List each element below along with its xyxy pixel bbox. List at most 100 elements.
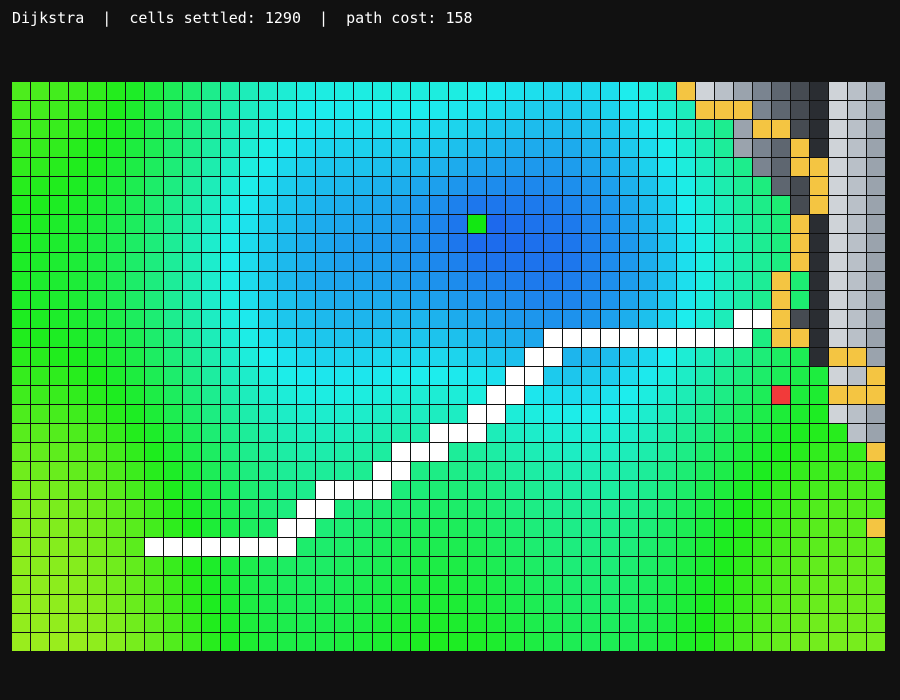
grid-cell[interactable]	[734, 367, 753, 386]
unexplored-cell[interactable]	[791, 196, 810, 215]
grid-cell[interactable]	[240, 120, 259, 139]
grid-cell[interactable]	[335, 291, 354, 310]
grid-cell[interactable]	[50, 101, 69, 120]
grid-cell[interactable]	[278, 614, 297, 633]
unexplored-cell[interactable]	[867, 82, 886, 101]
grid-cell[interactable]	[848, 576, 867, 595]
unexplored-cell[interactable]	[848, 424, 867, 443]
grid-cell[interactable]	[487, 481, 506, 500]
grid-cell[interactable]	[658, 481, 677, 500]
grid-cell[interactable]	[791, 443, 810, 462]
grid-cell[interactable]	[278, 386, 297, 405]
path-cell[interactable]	[335, 481, 354, 500]
grid-cell[interactable]	[677, 443, 696, 462]
grid-cell[interactable]	[31, 196, 50, 215]
grid-cell[interactable]	[145, 614, 164, 633]
grid-cell[interactable]	[715, 633, 734, 652]
grid-cell[interactable]	[12, 386, 31, 405]
grid-cell[interactable]	[392, 272, 411, 291]
grid-cell[interactable]	[335, 310, 354, 329]
grid-cell[interactable]	[278, 329, 297, 348]
grid-cell[interactable]	[620, 367, 639, 386]
grid-cell[interactable]	[734, 234, 753, 253]
grid-cell[interactable]	[69, 386, 88, 405]
grid-cell[interactable]	[715, 253, 734, 272]
grid-cell[interactable]	[772, 215, 791, 234]
grid-cell[interactable]	[430, 367, 449, 386]
grid-cell[interactable]	[88, 481, 107, 500]
grid-cell[interactable]	[335, 253, 354, 272]
grid-cell[interactable]	[734, 576, 753, 595]
grid-cell[interactable]	[658, 576, 677, 595]
grid-cell[interactable]	[791, 595, 810, 614]
unexplored-cell[interactable]	[734, 82, 753, 101]
grid-cell[interactable]	[601, 291, 620, 310]
grid-cell[interactable]	[354, 405, 373, 424]
grid-cell[interactable]	[620, 614, 639, 633]
grid-cell[interactable]	[12, 253, 31, 272]
grid-cell[interactable]	[12, 633, 31, 652]
grid-cell[interactable]	[753, 633, 772, 652]
grid-cell[interactable]	[50, 177, 69, 196]
grid-cell[interactable]	[658, 139, 677, 158]
grid-cell[interactable]	[582, 633, 601, 652]
grid-cell[interactable]	[468, 633, 487, 652]
unexplored-cell[interactable]	[753, 101, 772, 120]
grid-cell[interactable]	[183, 405, 202, 424]
grid-cell[interactable]	[183, 272, 202, 291]
grid-cell[interactable]	[677, 158, 696, 177]
grid-cell[interactable]	[107, 139, 126, 158]
grid-cell[interactable]	[411, 405, 430, 424]
grid-cell[interactable]	[563, 310, 582, 329]
grid-cell[interactable]	[31, 120, 50, 139]
grid-cell[interactable]	[183, 120, 202, 139]
grid-cell[interactable]	[373, 557, 392, 576]
grid-cell[interactable]	[31, 253, 50, 272]
grid-cell[interactable]	[107, 462, 126, 481]
frontier-cell[interactable]	[829, 348, 848, 367]
grid-cell[interactable]	[316, 120, 335, 139]
grid-cell[interactable]	[183, 595, 202, 614]
grid-cell[interactable]	[145, 500, 164, 519]
grid-cell[interactable]	[183, 215, 202, 234]
grid-cell[interactable]	[354, 595, 373, 614]
unexplored-cell[interactable]	[772, 82, 791, 101]
grid-cell[interactable]	[753, 595, 772, 614]
grid-cell[interactable]	[506, 120, 525, 139]
grid-cell[interactable]	[183, 557, 202, 576]
frontier-cell[interactable]	[791, 329, 810, 348]
grid-cell[interactable]	[145, 139, 164, 158]
grid-cell[interactable]	[31, 234, 50, 253]
grid-cell[interactable]	[107, 443, 126, 462]
grid-cell[interactable]	[601, 310, 620, 329]
grid-cell[interactable]	[487, 595, 506, 614]
grid-cell[interactable]	[582, 120, 601, 139]
grid-cell[interactable]	[278, 633, 297, 652]
grid-cell[interactable]	[791, 576, 810, 595]
grid-cell[interactable]	[430, 595, 449, 614]
grid-cell[interactable]	[354, 538, 373, 557]
grid-cell[interactable]	[696, 367, 715, 386]
grid-cell[interactable]	[753, 538, 772, 557]
path-cell[interactable]	[696, 329, 715, 348]
grid-cell[interactable]	[69, 310, 88, 329]
grid-cell[interactable]	[430, 215, 449, 234]
grid-cell[interactable]	[601, 481, 620, 500]
grid-cell[interactable]	[544, 633, 563, 652]
grid-cell[interactable]	[867, 576, 886, 595]
grid-cell[interactable]	[50, 272, 69, 291]
grid-cell[interactable]	[753, 253, 772, 272]
grid-cell[interactable]	[12, 291, 31, 310]
grid-cell[interactable]	[411, 462, 430, 481]
grid-cell[interactable]	[221, 386, 240, 405]
grid-cell[interactable]	[867, 614, 886, 633]
grid-cell[interactable]	[297, 272, 316, 291]
unexplored-cell[interactable]	[810, 272, 829, 291]
grid-cell[interactable]	[126, 462, 145, 481]
grid-cell[interactable]	[544, 557, 563, 576]
grid-cell[interactable]	[582, 519, 601, 538]
grid-cell[interactable]	[734, 462, 753, 481]
path-cell[interactable]	[449, 424, 468, 443]
grid-cell[interactable]	[867, 557, 886, 576]
grid-cell[interactable]	[202, 576, 221, 595]
